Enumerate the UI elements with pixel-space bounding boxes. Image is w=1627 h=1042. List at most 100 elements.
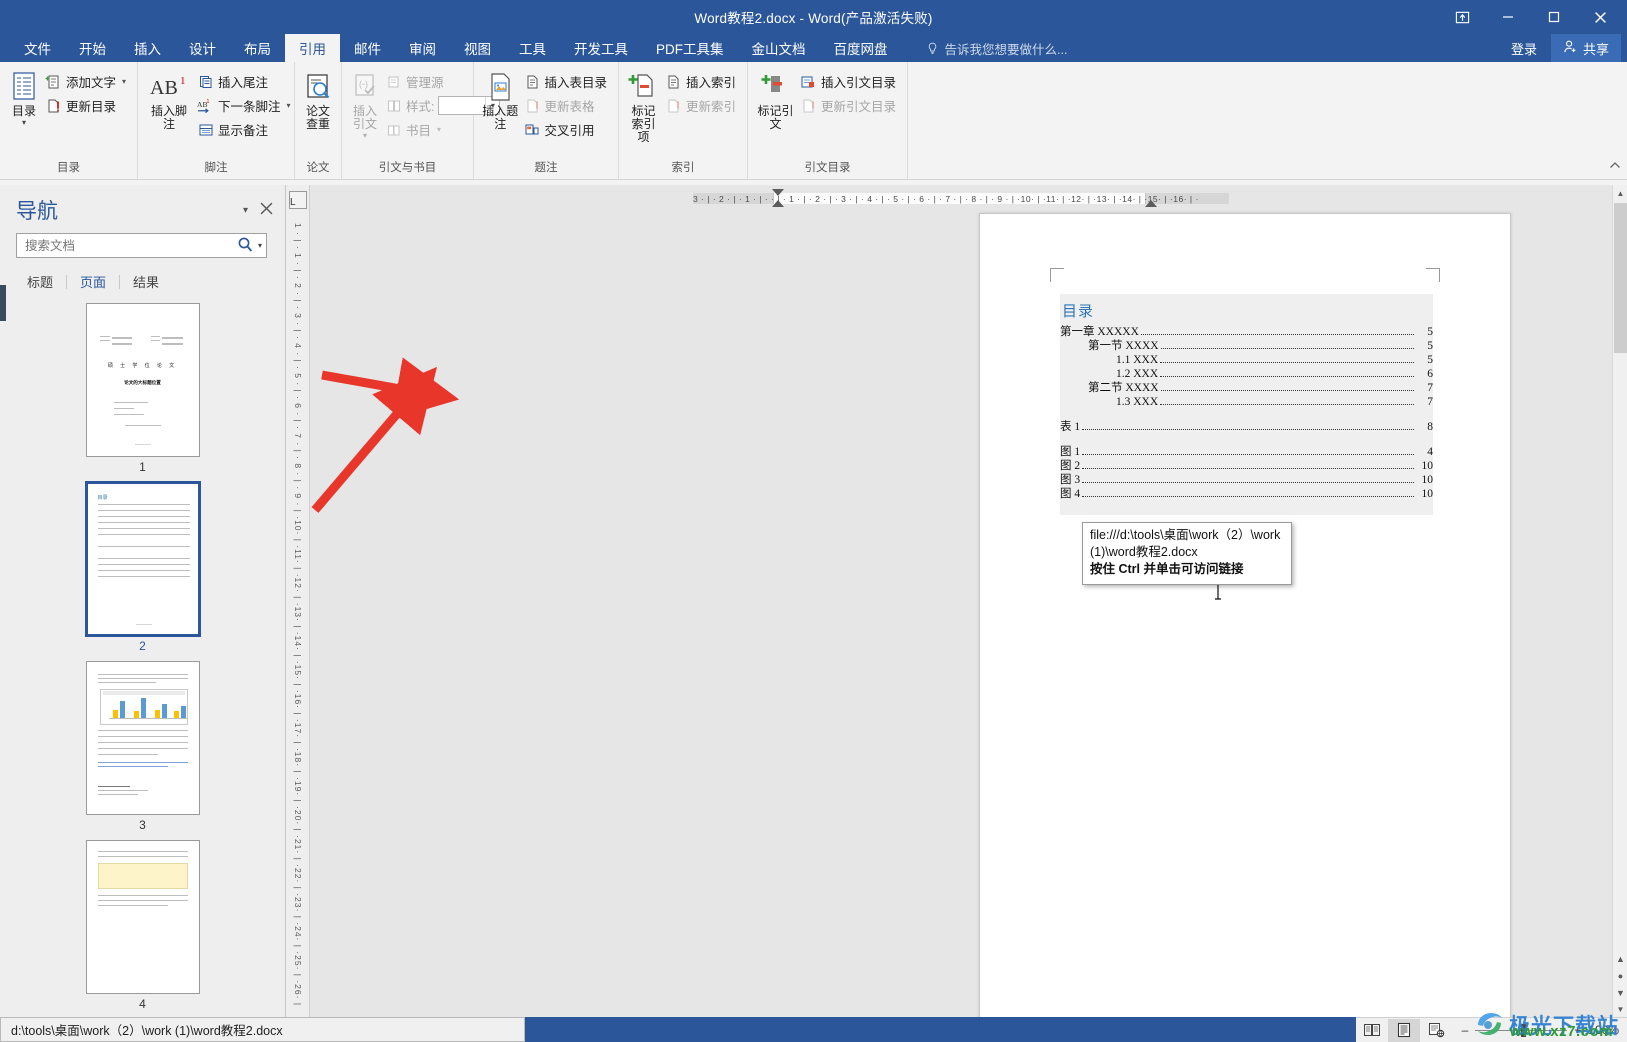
insert-table-of-authorities-button[interactable]: 插入引文目录 — [797, 70, 901, 93]
nav-tab-results[interactable]: 结果 — [120, 270, 172, 293]
maximize-restore-button[interactable] — [1531, 2, 1577, 32]
cross-reference-button[interactable]: 交叉引用 — [520, 118, 612, 141]
left-indent-marker[interactable] — [772, 200, 784, 207]
update-toc-button[interactable]: 更新目录 — [42, 94, 131, 117]
toc-figure-entry[interactable]: 图 4 10 — [1060, 487, 1433, 501]
insert-caption-button[interactable]: 插入题注 — [480, 68, 520, 131]
chevron-down-icon[interactable]: ▾ — [22, 119, 26, 127]
tab-design[interactable]: 设计 — [175, 34, 230, 62]
tab-kingsoft-docs[interactable]: 金山文档 — [738, 34, 820, 62]
insert-index-button[interactable]: 插入索引 — [662, 70, 741, 93]
horizontal-ruler[interactable]: 3 · | · 2 · | · 1 · | · · | · 1 · | · 2 … — [310, 189, 1612, 209]
mark-citation-button[interactable]: 标记引文 — [754, 68, 797, 131]
document-area: 3 · | · 2 · | · 1 · | · · | · 1 · | · 2 … — [310, 185, 1627, 1017]
right-indent-marker[interactable] — [1145, 200, 1157, 207]
show-notes-button[interactable]: 显示备注 — [194, 118, 296, 141]
ribbon-group-footnotes: AB 1 插入脚注 插入尾注 AB 1 下一条脚注 ▾ 显示备注 脚注 — [138, 62, 295, 179]
tab-file[interactable]: 文件 — [10, 34, 65, 62]
tab-stop-selector[interactable]: L — [289, 191, 307, 209]
read-mode-button[interactable] — [1356, 1019, 1388, 1042]
tab-home[interactable]: 开始 — [65, 34, 120, 62]
scroll-up-arrow-icon[interactable]: ▲ — [1613, 185, 1627, 201]
toc-entry[interactable]: 第二节 XXXX 7 — [1060, 381, 1433, 395]
tab-references[interactable]: 引用 — [285, 34, 340, 62]
insert-table-of-figures-button[interactable]: 插入表目录 — [520, 70, 612, 93]
zoom-out-button[interactable]: – — [1462, 1023, 1469, 1037]
toc-entry[interactable]: 第一章 XXXXX 5 — [1060, 325, 1433, 339]
vertical-ruler[interactable]: L 1 · | · 1 · | · 2 · | · 3 · | · 4 · | … — [286, 185, 310, 1017]
select-browse-object-icon[interactable]: ● — [1613, 967, 1627, 984]
add-text-button[interactable]: 添加文字 ▾ — [42, 70, 131, 93]
thumbnail-page-3[interactable]: 3 — [0, 661, 285, 836]
tooltip-line-3: 按住 Ctrl 并单击可访问链接 — [1090, 562, 1244, 576]
sign-in-button[interactable]: 登录 — [1497, 34, 1551, 62]
next-page-icon[interactable]: ▼ — [1613, 984, 1627, 1001]
table-of-contents-button[interactable]: 目录 ▾ — [6, 68, 42, 127]
tab-insert[interactable]: 插入 — [120, 34, 175, 62]
chevron-down-icon[interactable]: ▾ — [287, 101, 291, 110]
thesis-plagiarism-check-button[interactable]: 论文 查重 — [301, 68, 335, 131]
vertical-scrollbar[interactable]: ▲ ▲ ● ▼ ▼ — [1612, 185, 1627, 1017]
collapse-ribbon-icon[interactable] — [1609, 160, 1621, 175]
share-button[interactable]: 共享 — [1550, 34, 1621, 62]
previous-page-icon[interactable]: ▲ — [1613, 950, 1627, 967]
search-icon[interactable] — [237, 236, 254, 256]
table-of-contents-field[interactable]: 目录 第一章 XXXXX 5 第一节 XXXX 5 1.1 XXX 5 1.2 … — [1060, 294, 1433, 515]
toc-entry-page: 5 — [1427, 340, 1433, 352]
search-box[interactable]: ▾ — [16, 233, 267, 258]
insert-caption-icon — [485, 70, 515, 104]
first-line-indent-marker[interactable] — [772, 189, 784, 196]
tab-pdf-toolkit[interactable]: PDF工具集 — [642, 34, 738, 62]
insert-footnote-button[interactable]: AB 1 插入脚注 — [144, 68, 194, 131]
insert-endnote-button[interactable]: 插入尾注 — [194, 70, 296, 93]
toc-entry-text: 1.2 XXX — [1116, 368, 1159, 380]
search-input[interactable] — [25, 238, 237, 253]
toc-entry[interactable]: 第一节 XXXX 5 — [1060, 339, 1433, 353]
print-layout-button[interactable] — [1387, 1018, 1420, 1042]
toc-figure-entry[interactable]: 图 3 10 — [1060, 473, 1433, 487]
tab-tools[interactable]: 工具 — [505, 34, 560, 62]
tab-view[interactable]: 视图 — [450, 34, 505, 62]
mark-entry-button[interactable]: 标记 索引项 — [625, 68, 662, 144]
ribbon: 目录 ▾ 添加文字 ▾ 更新目录 目录 AB 1 插入脚注 插入尾注 AB 1 … — [0, 62, 1627, 180]
close-pane-icon[interactable] — [260, 202, 273, 218]
minimize-button[interactable] — [1485, 2, 1531, 32]
tab-mailings[interactable]: 邮件 — [340, 34, 395, 62]
tell-me-search[interactable]: 告诉我您想要做什么... — [926, 34, 1067, 62]
tab-layout[interactable]: 布局 — [230, 34, 285, 62]
caption-small-commands: 插入表目录 更新表格 交叉引用 — [520, 68, 612, 141]
tab-review[interactable]: 审阅 — [395, 34, 450, 62]
page-thumbnail-list[interactable]: 硕 士 学 位 论 文 论文的大标题位置 1 目录 2 3 4 — [0, 297, 285, 1017]
close-button[interactable] — [1577, 2, 1623, 32]
thumbnail-page-4[interactable]: 4 — [0, 840, 285, 1015]
leader-dots — [1160, 397, 1414, 405]
document-page[interactable]: 目录 第一章 XXXXX 5 第一节 XXXX 5 1.1 XXX 5 1.2 … — [979, 213, 1511, 1017]
toc-table-entry[interactable]: 表 1 8 — [1060, 420, 1433, 434]
endnote-icon — [197, 73, 214, 90]
tab-developer[interactable]: 开发工具 — [560, 34, 642, 62]
arrow-to-hyperlink — [311, 366, 438, 513]
toc-figure-entry[interactable]: 图 2 10 — [1060, 459, 1433, 473]
group-label-citations: 引文与书目 — [378, 162, 437, 174]
ribbon-display-options-icon[interactable] — [1439, 2, 1485, 32]
toc-entry[interactable]: 1.2 XXX 6 — [1060, 367, 1433, 381]
tab-baidu-netdisk[interactable]: 百度网盘 — [820, 34, 902, 62]
web-layout-button[interactable] — [1420, 1019, 1452, 1042]
thumbnail-page-2[interactable]: 目录 2 — [0, 481, 285, 657]
thumbnail-page-1[interactable]: 硕 士 学 位 论 文 论文的大标题位置 1 — [0, 303, 285, 478]
toc-figure-entry[interactable]: 图 1 4 — [1060, 445, 1433, 459]
search-options-chevron-icon[interactable]: ▾ — [258, 241, 262, 250]
insert-citation-button[interactable]: (-) 插入引文 ▾ — [348, 68, 382, 140]
toc-entry[interactable]: 1.1 XXX 5 — [1060, 353, 1433, 367]
ribbon-tab-bar: 文件 开始 插入 设计 布局 引用 邮件 审阅 视图 工具 开发工具 PDF工具… — [0, 34, 1627, 62]
pane-options-chevron-icon[interactable]: ▾ — [243, 205, 248, 216]
scrollbar-thumb[interactable] — [1614, 203, 1627, 353]
next-footnote-button[interactable]: AB 1 下一条脚注 ▾ — [194, 94, 296, 117]
nav-tab-pages[interactable]: 页面 — [67, 270, 119, 293]
chevron-down-icon[interactable]: ▾ — [122, 77, 126, 86]
index-small-commands: 插入索引 更新索引 — [662, 68, 741, 117]
nav-tab-headings[interactable]: 标题 — [14, 270, 66, 293]
toc-entry[interactable]: 1.3 XXX 7 — [1060, 395, 1433, 409]
